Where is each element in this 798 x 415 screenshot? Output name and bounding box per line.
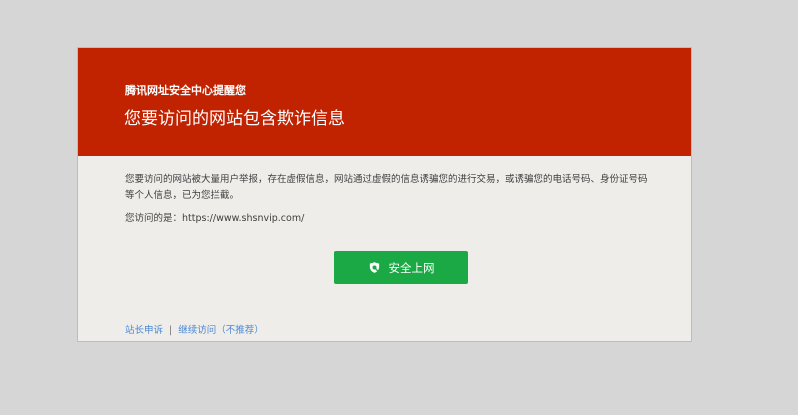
browser-warning-page: 腾讯网址安全中心提醒您 您要访问的网站包含欺诈信息 您要访问的网站被大量用户举报…: [0, 0, 798, 415]
warning-title: 您要访问的网站包含欺诈信息: [124, 109, 345, 129]
footer-separator: |: [169, 325, 173, 336]
visited-url-line: 您访问的是：https://www.shsnvip.com/: [125, 212, 304, 226]
warning-description: 您要访问的网站被大量用户举报，存在虚假信息，网站通过虚假的信息诱骗您的进行交易，…: [125, 174, 648, 201]
shield-check-icon: [368, 261, 381, 274]
security-warning-card: 腾讯网址安全中心提醒您 您要访问的网站包含欺诈信息 您要访问的网站被大量用户举报…: [77, 47, 692, 342]
visited-url-label: 您访问的是：: [125, 213, 183, 224]
visited-url: https://www.shsnvip.com/: [182, 213, 305, 224]
continue-visit-link[interactable]: 继续访问（不推荐）: [178, 325, 264, 336]
webmaster-appeal-link[interactable]: 站长申诉: [125, 325, 163, 336]
warning-header: 腾讯网址安全中心提醒您 您要访问的网站包含欺诈信息: [78, 48, 691, 156]
warning-footer-links: 站长申诉 | 继续访问（不推荐）: [125, 322, 264, 336]
safe-browse-button[interactable]: 安全上网: [334, 251, 468, 284]
warning-brand-line: 腾讯网址安全中心提醒您: [125, 84, 246, 97]
warning-body: 您要访问的网站被大量用户举报，存在虚假信息，网站通过虚假的信息诱骗您的进行交易，…: [78, 156, 691, 341]
safe-browse-button-label: 安全上网: [388, 260, 435, 275]
